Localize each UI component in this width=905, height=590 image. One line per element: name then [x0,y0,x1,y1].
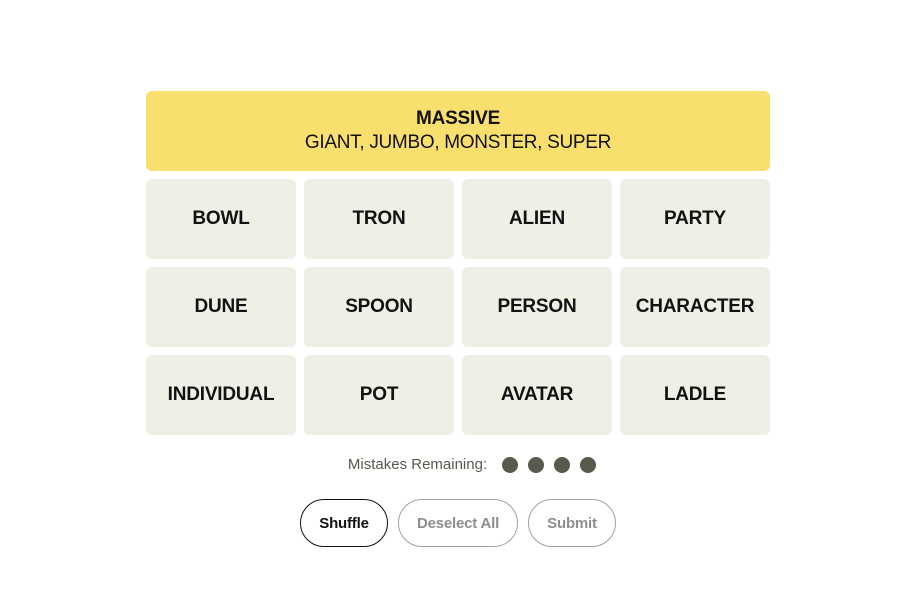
word-tile[interactable]: LADLE [620,355,770,435]
action-buttons: Shuffle Deselect All Submit [300,499,616,547]
word-tile[interactable]: POT [304,355,454,435]
word-tile[interactable]: INDIVIDUAL [146,355,296,435]
solved-group-yellow: MASSIVE GIANT, JUMBO, MONSTER, SUPER [146,91,770,171]
mistake-dot [554,456,571,473]
game-board: MASSIVE GIANT, JUMBO, MONSTER, SUPER BOW… [146,91,770,435]
mistake-dot [580,456,597,473]
word-tile[interactable]: TRON [304,179,454,259]
word-tile[interactable]: CHARACTER [620,267,770,347]
solved-group-title: MASSIVE [415,108,501,129]
shuffle-button[interactable]: Shuffle [300,499,388,547]
mistakes-label: Mistakes Remaining: [347,456,488,473]
mistake-dot [528,456,545,473]
word-tile[interactable]: AVATAR [462,355,612,435]
word-tile[interactable]: BOWL [146,179,296,259]
tile-grid: BOWL TRON ALIEN PARTY DUNE SPOON PERSON … [146,179,770,435]
word-tile[interactable]: ALIEN [462,179,612,259]
mistakes-remaining: Mistakes Remaining: [0,456,905,473]
solved-group-members: GIANT, JUMBO, MONSTER, SUPER [304,132,612,153]
submit-button[interactable]: Submit [528,499,616,547]
word-tile[interactable]: PARTY [620,179,770,259]
word-tile[interactable]: DUNE [146,267,296,347]
mistake-dots [497,456,601,473]
deselect-all-button[interactable]: Deselect All [398,499,518,547]
word-tile[interactable]: PERSON [462,267,612,347]
mistake-dot [502,456,519,473]
word-tile[interactable]: SPOON [304,267,454,347]
